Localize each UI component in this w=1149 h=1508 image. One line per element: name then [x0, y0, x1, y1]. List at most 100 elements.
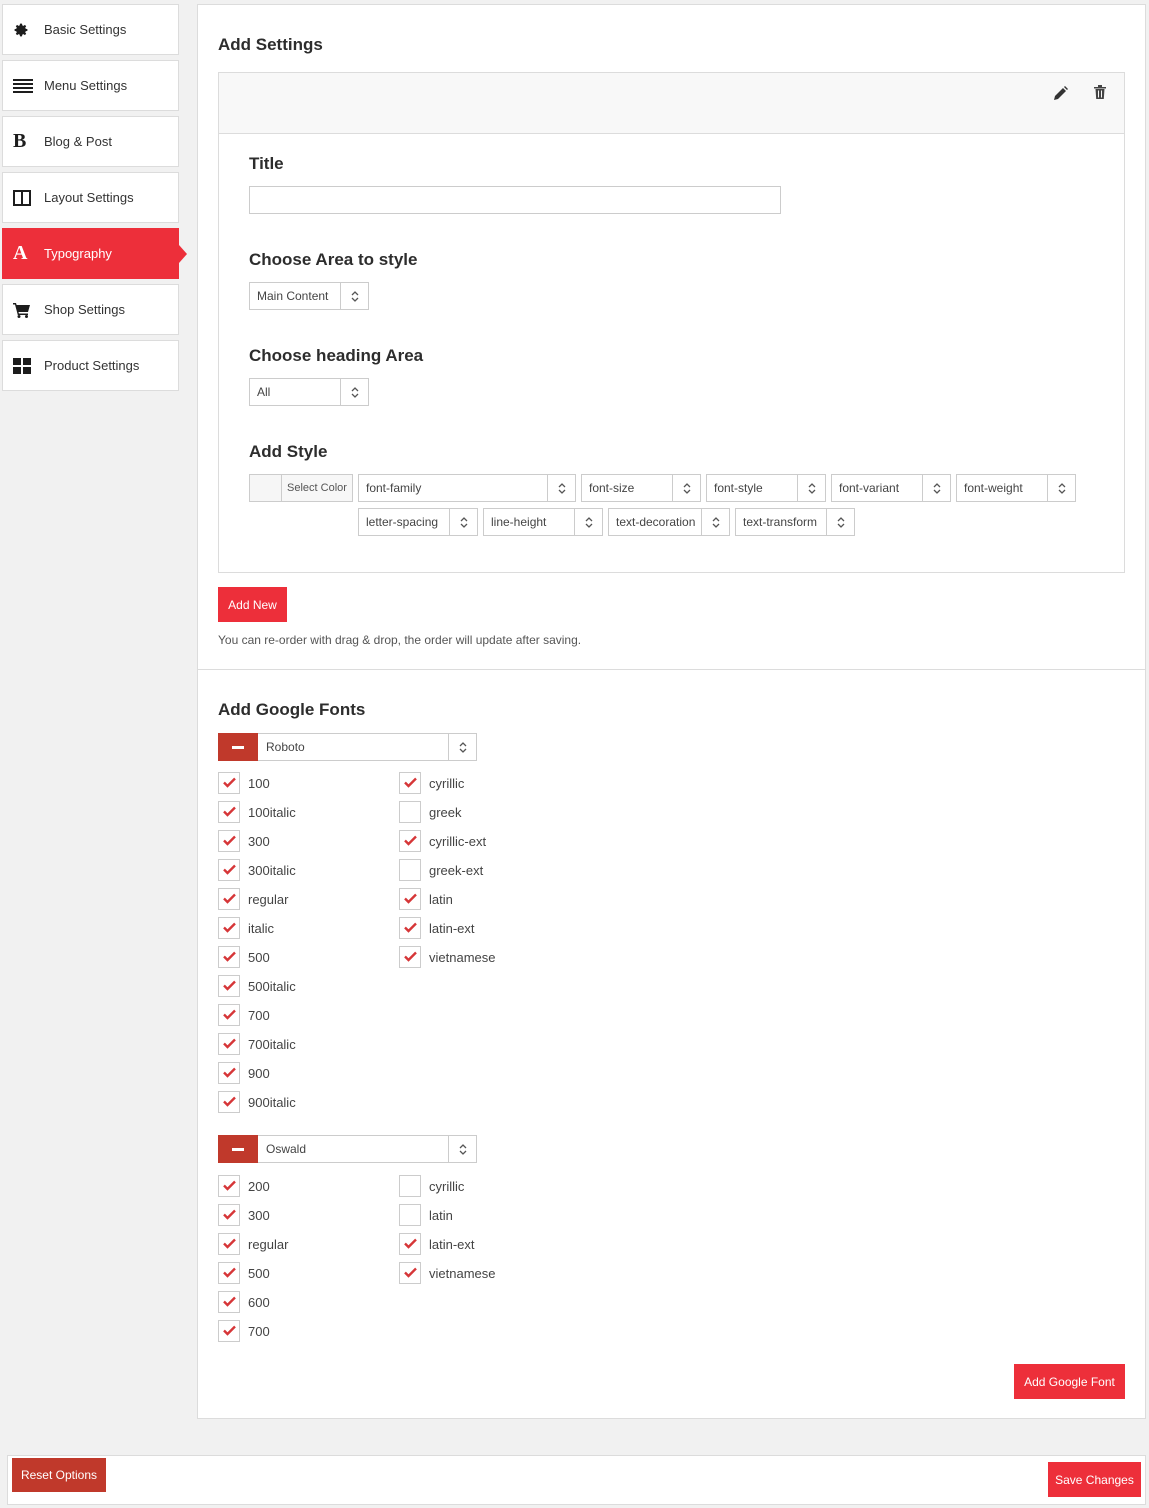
checked-checkbox[interactable] — [218, 1233, 240, 1255]
font-size-select[interactable]: font-size — [581, 474, 701, 502]
repeater-item-header[interactable] — [219, 73, 1124, 134]
remove-font-button[interactable] — [218, 733, 258, 761]
checked-checkbox[interactable] — [218, 1262, 240, 1284]
checked-checkbox[interactable] — [399, 888, 421, 910]
checkbox-option[interactable]: 500italic — [218, 975, 296, 997]
checkbox-option[interactable]: 900italic — [218, 1091, 296, 1113]
area-select[interactable]: Main Content — [249, 282, 369, 310]
checkbox-option[interactable]: 600 — [218, 1291, 270, 1313]
checked-checkbox[interactable] — [218, 1091, 240, 1113]
checkbox-option[interactable]: cyrillic-ext — [399, 830, 486, 852]
checked-checkbox[interactable] — [399, 1262, 421, 1284]
checkbox-option[interactable]: 300 — [218, 1204, 270, 1226]
checked-checkbox[interactable] — [218, 859, 240, 881]
reset-options-button[interactable]: Reset Options — [12, 1458, 106, 1492]
checkbox-option[interactable]: regular — [218, 888, 288, 910]
checked-checkbox[interactable] — [218, 975, 240, 997]
font-family-select[interactable]: font-family — [358, 474, 576, 502]
checked-checkbox[interactable] — [218, 1033, 240, 1055]
sidebar-item-shop-settings[interactable]: Shop Settings — [2, 284, 179, 335]
checked-checkbox[interactable] — [218, 1204, 240, 1226]
checked-checkbox[interactable] — [218, 1291, 240, 1313]
trash-icon[interactable] — [1094, 85, 1110, 101]
remove-font-button[interactable] — [218, 1135, 258, 1163]
google-font-select[interactable]: Oswald — [258, 1135, 477, 1163]
checked-checkbox[interactable] — [218, 946, 240, 968]
checkbox-option[interactable]: 100 — [218, 772, 270, 794]
unchecked-checkbox[interactable] — [399, 801, 421, 823]
checkbox-option[interactable]: 300italic — [218, 859, 296, 881]
checkbox-option[interactable]: regular — [218, 1233, 288, 1255]
checkbox-option[interactable]: vietnamese — [399, 1262, 495, 1284]
add-google-font-button[interactable]: Add Google Font — [1014, 1364, 1125, 1399]
checkbox-option[interactable]: 700 — [218, 1004, 270, 1026]
color-swatch[interactable] — [250, 475, 282, 501]
sidebar-item-layout-settings[interactable]: Layout Settings — [2, 172, 179, 223]
checkbox-option[interactable]: 500 — [218, 1262, 270, 1284]
checked-checkbox[interactable] — [218, 1004, 240, 1026]
checkmark-icon — [403, 921, 417, 936]
font-weight-select[interactable]: font-weight — [956, 474, 1076, 502]
checked-checkbox[interactable] — [218, 801, 240, 823]
edit-pencil-icon[interactable] — [1054, 86, 1070, 102]
checkbox-option[interactable]: 500 — [218, 946, 270, 968]
sidebar-item-blog-post[interactable]: B Blog & Post — [2, 116, 179, 167]
checkbox-option[interactable]: latin-ext — [399, 1233, 475, 1255]
checkbox-option[interactable]: 700 — [218, 1320, 270, 1342]
select-value: line-height — [491, 515, 547, 529]
sidebar-item-label: Menu Settings — [44, 78, 128, 93]
checkbox-option[interactable]: latin — [399, 888, 453, 910]
select-color-picker[interactable]: Select Color — [249, 474, 353, 502]
sidebar-item-basic-settings[interactable]: Basic Settings — [2, 4, 179, 55]
sidebar-item-product-settings[interactable]: Product Settings — [2, 340, 179, 391]
minus-icon — [232, 745, 244, 749]
unchecked-checkbox[interactable] — [399, 1204, 421, 1226]
text-transform-select[interactable]: text-transform — [735, 508, 855, 536]
checkbox-option[interactable]: 100italic — [218, 801, 296, 823]
sidebar-item-label: Layout Settings — [44, 190, 134, 205]
checkbox-option[interactable]: latin — [399, 1204, 453, 1226]
checked-checkbox[interactable] — [399, 946, 421, 968]
checkbox-option[interactable]: 200 — [218, 1175, 270, 1197]
checked-checkbox[interactable] — [218, 1175, 240, 1197]
style-repeater-item[interactable]: Title Choose Area to style Main Content … — [218, 72, 1125, 573]
checked-checkbox[interactable] — [218, 1320, 240, 1342]
save-changes-button[interactable]: Save Changes — [1048, 1462, 1141, 1497]
checkbox-option[interactable]: 300 — [218, 830, 270, 852]
text-decoration-select[interactable]: text-decoration — [608, 508, 730, 536]
checked-checkbox[interactable] — [399, 917, 421, 939]
title-input[interactable] — [249, 186, 781, 214]
checkbox-option[interactable]: greek-ext — [399, 859, 483, 881]
heading-area-select[interactable]: All — [249, 378, 369, 406]
sidebar-item-menu-settings[interactable]: Menu Settings — [2, 60, 179, 111]
checkbox-option[interactable]: latin-ext — [399, 917, 475, 939]
checked-checkbox[interactable] — [399, 1233, 421, 1255]
checked-checkbox[interactable] — [218, 888, 240, 910]
checkbox-option[interactable]: vietnamese — [399, 946, 495, 968]
checkbox-option[interactable]: cyrillic — [399, 1175, 464, 1197]
checked-checkbox[interactable] — [399, 830, 421, 852]
line-height-select[interactable]: line-height — [483, 508, 603, 536]
font-variant-select[interactable]: font-variant — [831, 474, 951, 502]
unchecked-checkbox[interactable] — [399, 859, 421, 881]
checkbox-option[interactable]: italic — [218, 917, 274, 939]
checked-checkbox[interactable] — [218, 917, 240, 939]
checkmark-icon — [222, 1324, 236, 1339]
unchecked-checkbox[interactable] — [399, 1175, 421, 1197]
sidebar-item-label: Basic Settings — [44, 22, 127, 37]
letter-spacing-select[interactable]: letter-spacing — [358, 508, 478, 536]
checkbox-option[interactable]: 700italic — [218, 1033, 296, 1055]
checked-checkbox[interactable] — [218, 1062, 240, 1084]
sidebar-item-typography[interactable]: A Typography — [2, 228, 187, 279]
font-style-select[interactable]: font-style — [706, 474, 826, 502]
add-google-fonts-title: Add Google Fonts — [218, 700, 366, 719]
checked-checkbox[interactable] — [218, 830, 240, 852]
checked-checkbox[interactable] — [399, 772, 421, 794]
checkbox-option[interactable]: greek — [399, 801, 462, 823]
checked-checkbox[interactable] — [218, 772, 240, 794]
google-font-select[interactable]: Roboto — [258, 733, 477, 761]
checkbox-option[interactable]: cyrillic — [399, 772, 464, 794]
checkbox-option[interactable]: 900 — [218, 1062, 270, 1084]
select-arrows-icon — [797, 475, 825, 501]
add-new-button[interactable]: Add New — [218, 587, 287, 622]
